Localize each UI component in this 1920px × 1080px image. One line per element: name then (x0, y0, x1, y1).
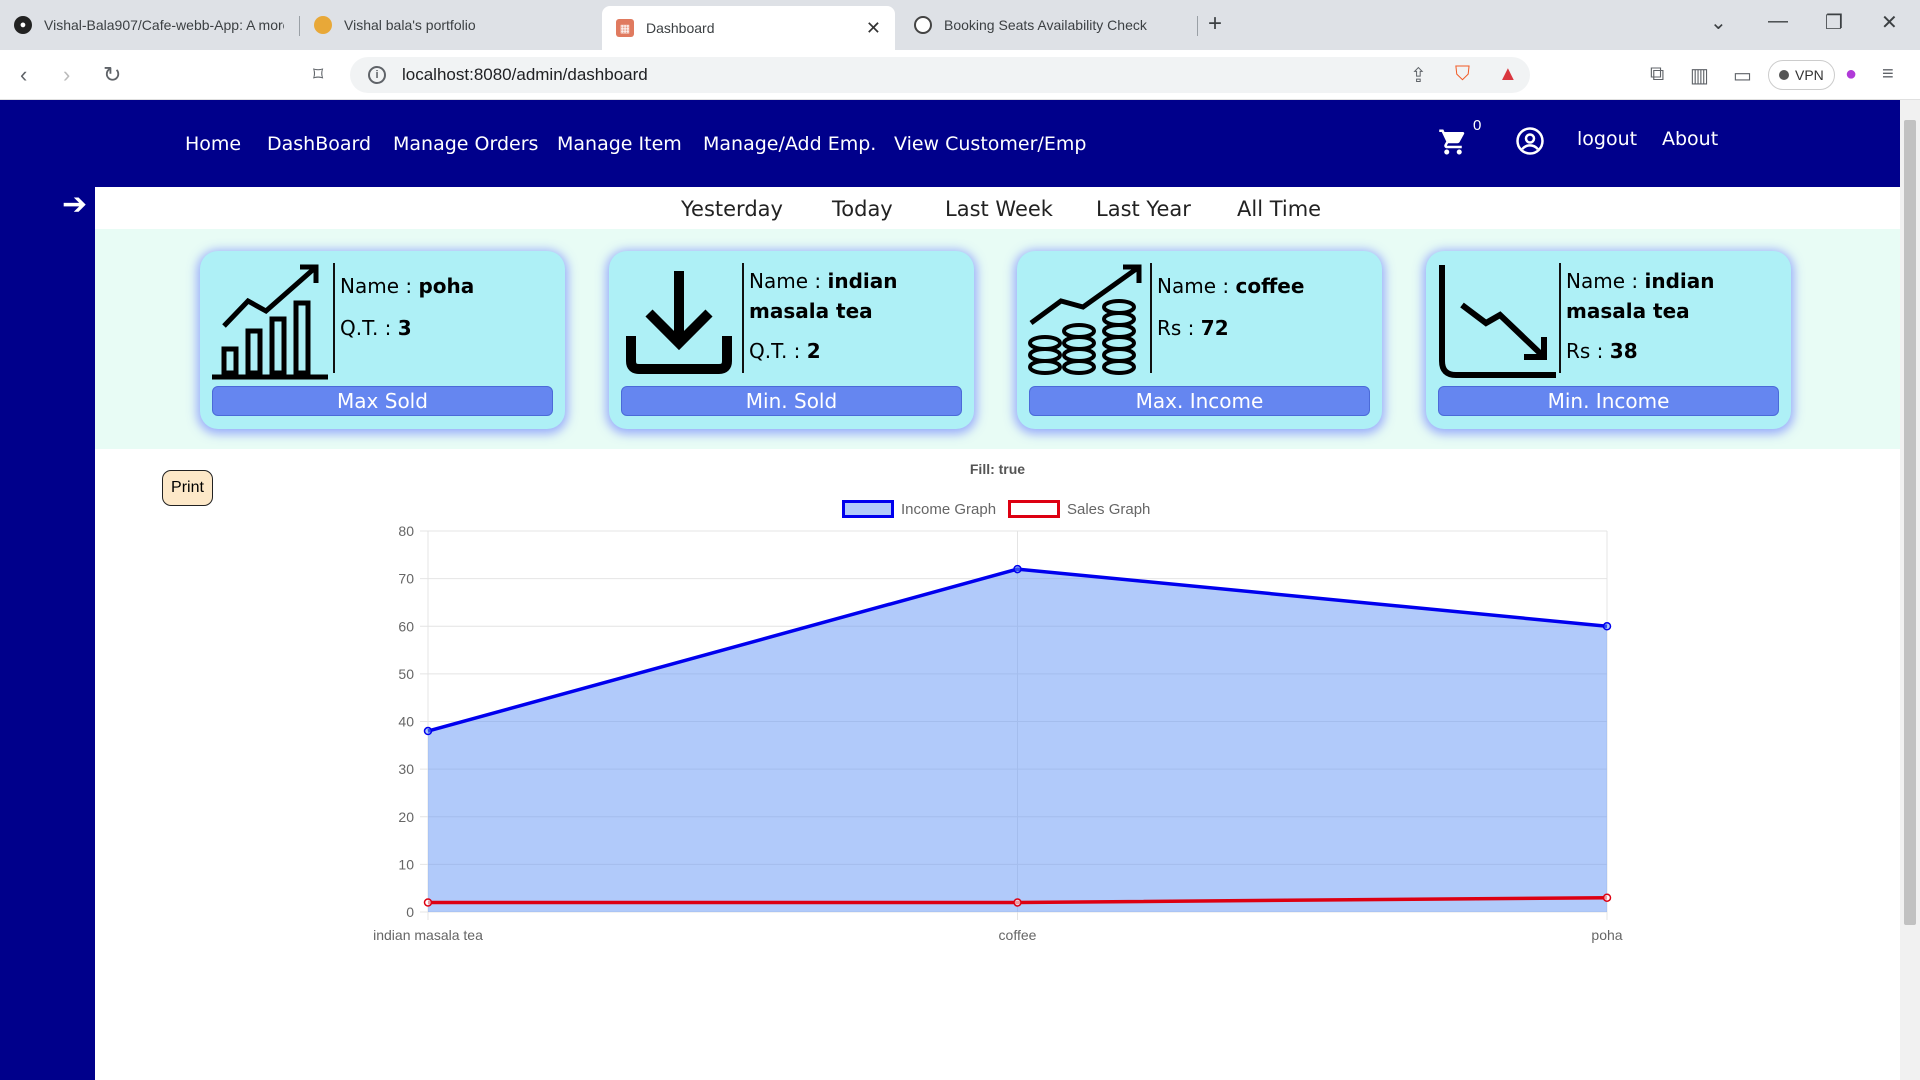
y-tick-label: 40 (398, 714, 414, 730)
y-tick-label: 50 (398, 666, 414, 682)
data-point (1013, 564, 1022, 574)
y-tick-label: 60 (398, 618, 414, 634)
data-point (423, 726, 433, 736)
series-area-fill (428, 569, 1607, 912)
income-sales-chart: 0 10 20 30 40 50 60 70 80 indian masala tea coffee… (373, 523, 1623, 943)
scrollbar-thumb[interactable] (1904, 120, 1916, 925)
y-tick-label: 10 (398, 856, 414, 872)
y-tick-label: 70 (398, 571, 414, 587)
x-tick-label: poha (1591, 927, 1622, 943)
y-tick-label: 0 (406, 904, 414, 920)
x-tick-label: coffee (999, 927, 1037, 943)
data-point (423, 898, 433, 907)
x-tick-label: indian masala tea (373, 927, 483, 943)
y-tick-label: 20 (398, 809, 414, 825)
data-point (1602, 893, 1612, 902)
y-tick-label: 80 (398, 523, 414, 539)
data-point (1013, 898, 1022, 907)
page-scrollbar[interactable] (1900, 100, 1920, 1080)
data-point (1602, 622, 1612, 631)
y-tick-label: 30 (398, 761, 414, 777)
